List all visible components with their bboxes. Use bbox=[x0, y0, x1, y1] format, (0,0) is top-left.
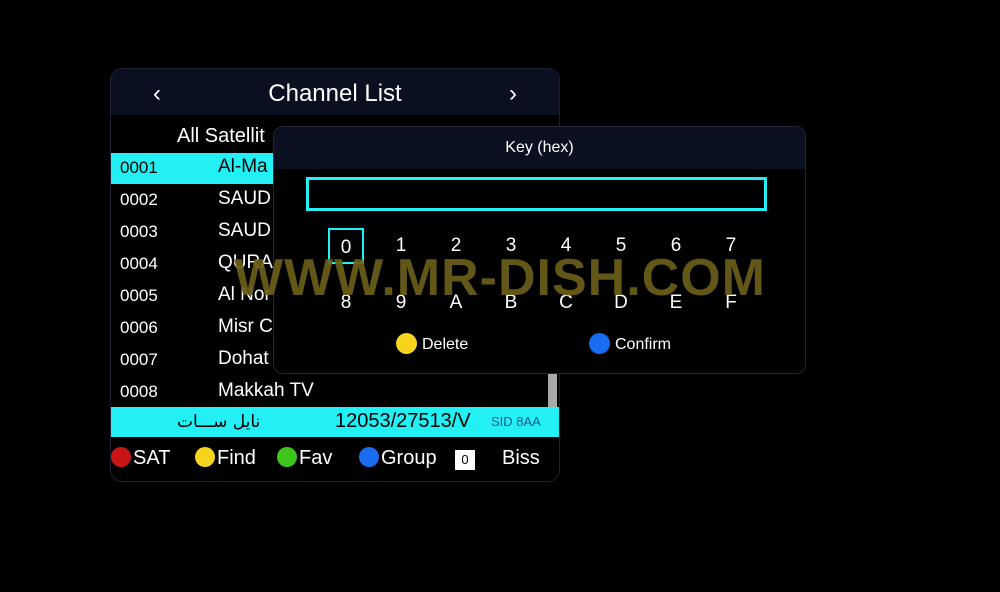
channel-number: 0003 bbox=[120, 222, 158, 241]
biss-key[interactable]: Biss bbox=[502, 447, 540, 477]
group-number-key[interactable]: 0 bbox=[455, 447, 475, 477]
channel-name: Al-Ma bbox=[218, 156, 268, 177]
watermark: WWW.MR-DISH.COM bbox=[233, 249, 766, 307]
red-button-icon bbox=[111, 447, 131, 467]
confirm-button[interactable]: Confirm bbox=[589, 333, 671, 354]
zero-key-icon: 0 bbox=[455, 450, 475, 470]
yellow-button-icon bbox=[195, 447, 215, 467]
next-list-button[interactable]: › bbox=[509, 69, 517, 115]
key-input-field[interactable] bbox=[306, 177, 767, 211]
channel-number: 0002 bbox=[120, 190, 158, 209]
channel-list-scrollbar[interactable] bbox=[548, 372, 557, 407]
blue-button-icon bbox=[589, 333, 610, 354]
channel-name: SAUD bbox=[218, 220, 271, 241]
satellite-name-arabic: نايل ســـات bbox=[177, 412, 261, 432]
dialog-header: Key (hex) bbox=[274, 127, 805, 169]
channel-number: 0007 bbox=[120, 350, 158, 369]
channel-name: SAUD bbox=[218, 188, 271, 209]
green-button-icon bbox=[277, 447, 297, 467]
channel-list-header: ‹ Channel List › bbox=[111, 69, 559, 115]
find-key[interactable]: Find bbox=[195, 447, 256, 477]
channel-number: 0006 bbox=[120, 318, 158, 337]
channel-number: 0001 bbox=[120, 158, 158, 177]
fav-key[interactable]: Fav bbox=[277, 447, 332, 477]
blue-button-icon bbox=[359, 447, 379, 467]
channel-info-bar: نايل ســـات 12053/27513/V SID 8AA bbox=[111, 407, 559, 437]
channel-name: Makkah TV bbox=[218, 380, 314, 401]
dialog-title: Key (hex) bbox=[505, 139, 574, 156]
channel-name: Misr C bbox=[218, 316, 273, 337]
color-key-footer: SAT Find Fav Group 0 Biss bbox=[111, 445, 559, 481]
yellow-button-icon bbox=[396, 333, 417, 354]
delete-button[interactable]: Delete bbox=[396, 333, 468, 354]
channel-number: 0008 bbox=[120, 382, 158, 401]
channel-name: Dohat bbox=[218, 348, 269, 369]
sat-key[interactable]: SAT bbox=[111, 447, 170, 477]
service-id: SID 8AA bbox=[491, 414, 541, 429]
satellite-label: All Satellit bbox=[177, 125, 265, 147]
channel-row[interactable]: 0008 Makkah TV bbox=[111, 377, 547, 408]
channel-list-title: Channel List bbox=[268, 80, 402, 107]
group-key[interactable]: Group bbox=[359, 447, 437, 477]
transponder-frequency: 12053/27513/V bbox=[335, 410, 471, 432]
